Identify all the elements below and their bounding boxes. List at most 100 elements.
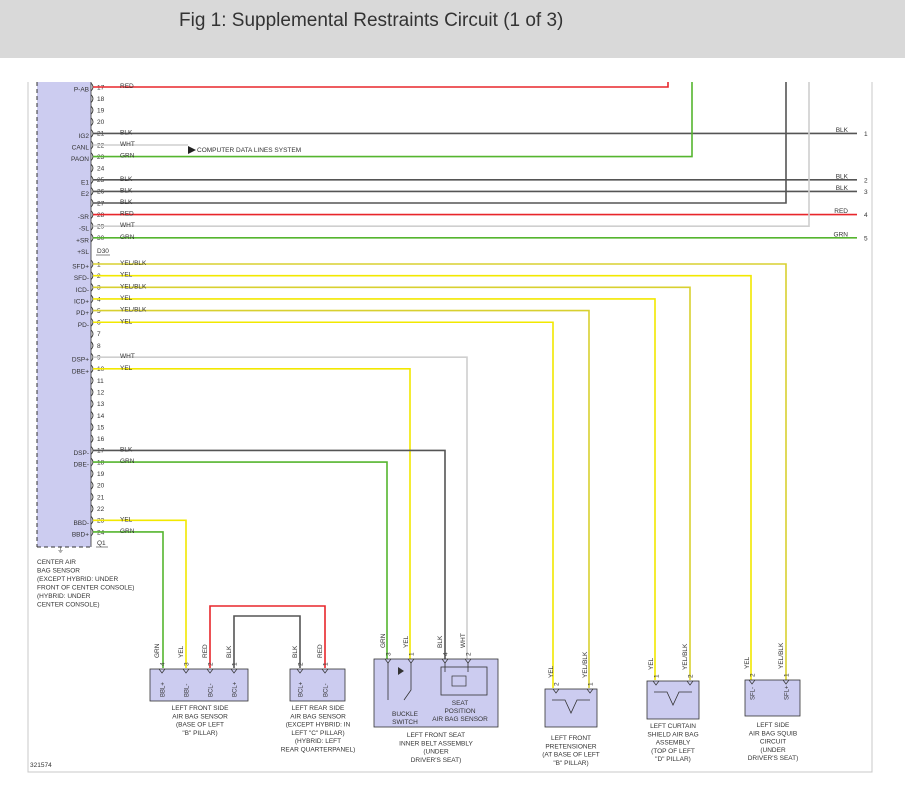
wire-labels: RED BLK WHT GRN BLK BLK BLK RED WHT GRN YEL/BLK YEL… (120, 83, 147, 535)
component-caption-line: PRETENSIONER (545, 743, 597, 750)
wires (93, 82, 857, 688)
component-pin-number: 1 (654, 674, 661, 678)
component-caption-line: AIR BAG SENSOR (290, 713, 346, 720)
pin-number: 13 (97, 401, 105, 408)
component-wire-label: YEL/BLK (778, 642, 785, 669)
pin-number: 3 (97, 285, 101, 292)
component-caption-line: AIR BAG SENSOR (172, 713, 228, 720)
component-pin-number: 1 (323, 662, 330, 666)
wire-color-label: WHT (120, 353, 135, 360)
wire-color-label: YEL (120, 516, 133, 523)
right-reference-number: 3 (864, 189, 868, 196)
component-pin-number: 2 (298, 662, 305, 666)
curtain-air-bag-box (646, 680, 700, 720)
wire-color-label: WHT (120, 141, 135, 148)
pin-number: 19 (97, 471, 105, 478)
wire-color-label: BLK (120, 129, 133, 136)
component-pin-number: 4 (443, 652, 450, 656)
component-wire-label: YEL/BLK (582, 651, 589, 678)
pin-label: PD+ (76, 310, 89, 317)
pin-number: 12 (97, 389, 105, 396)
pin-number: 20 (97, 119, 105, 126)
pin-label: DSP+ (72, 357, 89, 364)
pin-label: -SL (79, 226, 90, 233)
pretensioner-box (544, 688, 598, 728)
wire-color-label: YEL/BLK (120, 307, 147, 314)
wire-color-label: GRN (120, 528, 135, 535)
wire-red (93, 82, 669, 88)
component-caption-line: LEFT FRONT (551, 735, 591, 742)
wire-yel (93, 321, 554, 688)
component-wire-label: YEL (648, 657, 655, 670)
component-caption-line: (BASE OF LEFT (176, 722, 224, 729)
pin-number: 2 (97, 273, 101, 280)
buckle-switch-label: BUCKLE (392, 711, 419, 718)
module-caption-line: (EXCEPT HYBRID: UNDER (37, 576, 118, 583)
wire-grn (93, 531, 164, 668)
component-pin-number: 2 (466, 652, 473, 656)
component-wire-label: BLK (226, 645, 233, 658)
module-caption-line: CENTER CONSOLE) (37, 602, 99, 609)
component-wire-label: RED (202, 644, 209, 658)
component-pin-number: 3 (386, 652, 393, 656)
components: 4 GRN 3 YEL 2 RED 1 BLK BBL+ BBL- BCL- BCL+ LEFT FRO… (149, 633, 801, 767)
right-wire-label: BLK (836, 127, 849, 134)
right-wire-label: RED (834, 208, 848, 215)
component-caption-line: LEFT CURTAIN (650, 723, 696, 730)
component-caption-line: AIR BAG SQUIB (749, 730, 797, 737)
component-wire-label: BLK (292, 645, 299, 658)
component-pin-number: 2 (688, 674, 695, 678)
component-caption-line: "B" PILLAR) (553, 760, 588, 767)
buckle-switch-label: SWITCH (392, 719, 418, 726)
pin-label: PAON (71, 156, 89, 163)
component-pin-number: 3 (184, 662, 191, 666)
component-pin-number: 2 (208, 662, 215, 666)
component-wire-label: RED (317, 644, 324, 658)
module-caption-line: CENTER AIR (37, 559, 76, 566)
pin-label: E2 (81, 191, 89, 198)
pin-label: DBE+ (72, 368, 89, 375)
component-pin-number: 1 (232, 662, 239, 666)
wire-blk (233, 615, 301, 668)
component-pin-number: 1 (784, 673, 791, 677)
pin-number: 8 (97, 343, 101, 350)
center-air-bag-sensor-caption: CENTER AIR BAG SENSOR(EXCEPT HYBRID: UNDE… (37, 559, 134, 609)
wire-color-label: BLK (120, 187, 133, 194)
component-pin-number: 1 (409, 652, 416, 656)
pin-label: +SL (77, 249, 89, 256)
wire-color-label: GRN (120, 153, 135, 160)
right-edge-references: BLK 1 BLK 2 BLK 3 RED 4 GRN 5 (834, 127, 868, 242)
component-caption-line: LEFT FRONT SEAT (407, 732, 465, 739)
module-caption-line: BAG SENSOR (37, 568, 80, 575)
component-caption-line: (TOP OF LEFT (651, 748, 695, 755)
right-wire-label: BLK (836, 173, 849, 180)
component-pin-label: SFL+ (785, 685, 791, 700)
wire-blk (93, 82, 787, 204)
pin-label: PD- (78, 322, 89, 329)
pin-number: 17 (97, 448, 105, 455)
pin-label: E1 (81, 179, 89, 186)
component-caption-line: REAR QUARTERPANEL) (281, 747, 356, 754)
component-caption-line: LEFT FRONT SIDE (172, 705, 229, 712)
pin-label: SFD- (74, 275, 89, 282)
connector-q1-label: Q1 (97, 540, 106, 547)
pin-number: 21 (97, 494, 105, 501)
right-reference-number: 1 (864, 131, 868, 138)
wire-color-label: GRN (120, 458, 135, 465)
component-wire-label: GRN (380, 633, 387, 648)
component-wire-label: YEL (548, 665, 555, 678)
component-pin-number: 4 (160, 662, 167, 666)
wire-color-label: YEL/BLK (120, 260, 147, 267)
wire-color-label: WHT (120, 222, 135, 229)
pin-label: SFD+ (72, 264, 89, 271)
wire-color-label: YEL (120, 365, 133, 372)
right-wire-label: BLK (836, 185, 849, 192)
pin-number: 19 (97, 108, 105, 115)
module-caption-line: (HYBRID: UNDER (37, 593, 91, 600)
wire-yel (93, 298, 656, 680)
wire-blk (93, 449, 446, 660)
component-caption-line: (HYBRID: LEFT (295, 738, 341, 745)
right-wire-label: GRN (834, 231, 849, 238)
pin-number: 18 (97, 459, 105, 466)
wire-grn (93, 461, 388, 660)
